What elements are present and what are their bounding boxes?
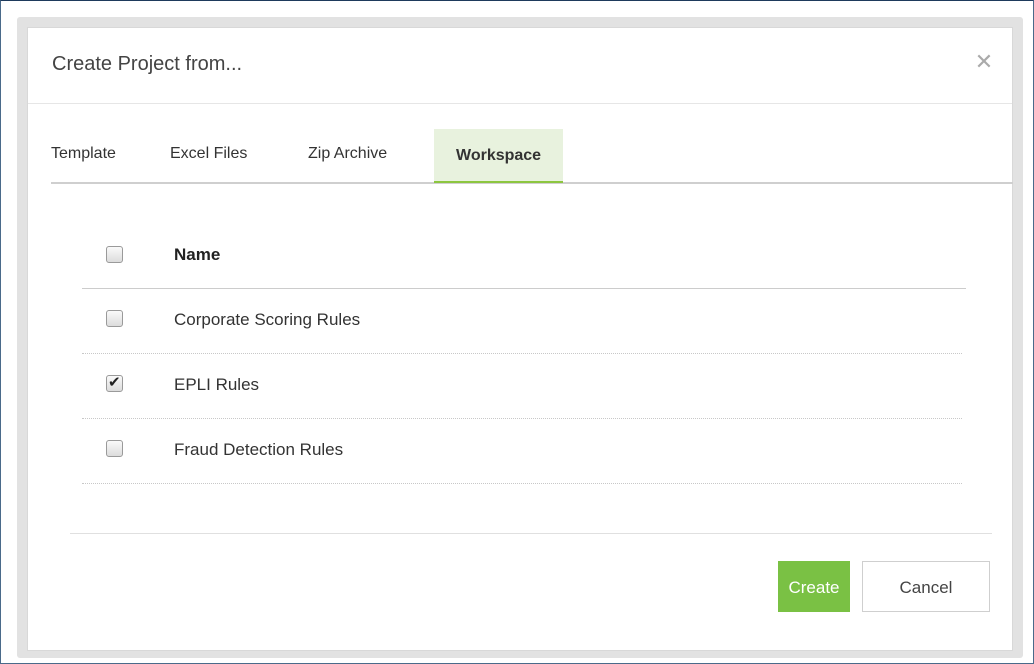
footer-divider bbox=[70, 533, 992, 534]
row-checkbox[interactable]: ✔ bbox=[106, 373, 123, 392]
table-header: Name bbox=[82, 228, 966, 289]
dialog-header: Create Project from... ✕ bbox=[28, 28, 1012, 104]
create-button[interactable]: Create bbox=[778, 561, 850, 612]
create-project-dialog: Create Project from... ✕ Template Excel … bbox=[27, 27, 1013, 651]
tab-workspace[interactable]: Workspace bbox=[434, 129, 564, 183]
window-frame: Create Project from... ✕ Template Excel … bbox=[0, 0, 1034, 664]
tab-template[interactable]: Template bbox=[51, 129, 116, 181]
row-name: Corporate Scoring Rules bbox=[174, 310, 361, 329]
row-checkbox[interactable] bbox=[106, 440, 123, 457]
row-name: Fraud Detection Rules bbox=[174, 440, 344, 459]
table-row[interactable]: Fraud Detection Rules bbox=[82, 419, 962, 484]
row-checkbox[interactable] bbox=[106, 310, 123, 327]
cancel-button[interactable]: Cancel bbox=[862, 561, 990, 612]
table-row[interactable]: Corporate Scoring Rules bbox=[82, 289, 962, 354]
tab-zip-archive[interactable]: Zip Archive bbox=[308, 129, 387, 181]
dialog-title: Create Project from... bbox=[52, 53, 243, 75]
table-row[interactable]: ✔ EPLI Rules bbox=[82, 354, 962, 419]
column-header-name: Name bbox=[174, 245, 221, 264]
tab-excel-files[interactable]: Excel Files bbox=[170, 129, 247, 181]
row-name: EPLI Rules bbox=[174, 375, 260, 394]
checkmark-icon: ✔ bbox=[108, 373, 121, 391]
close-icon[interactable]: ✕ bbox=[972, 50, 996, 74]
tab-bar: Template Excel Files Zip Archive Workspa… bbox=[51, 129, 1013, 184]
select-all-checkbox[interactable] bbox=[106, 246, 123, 263]
